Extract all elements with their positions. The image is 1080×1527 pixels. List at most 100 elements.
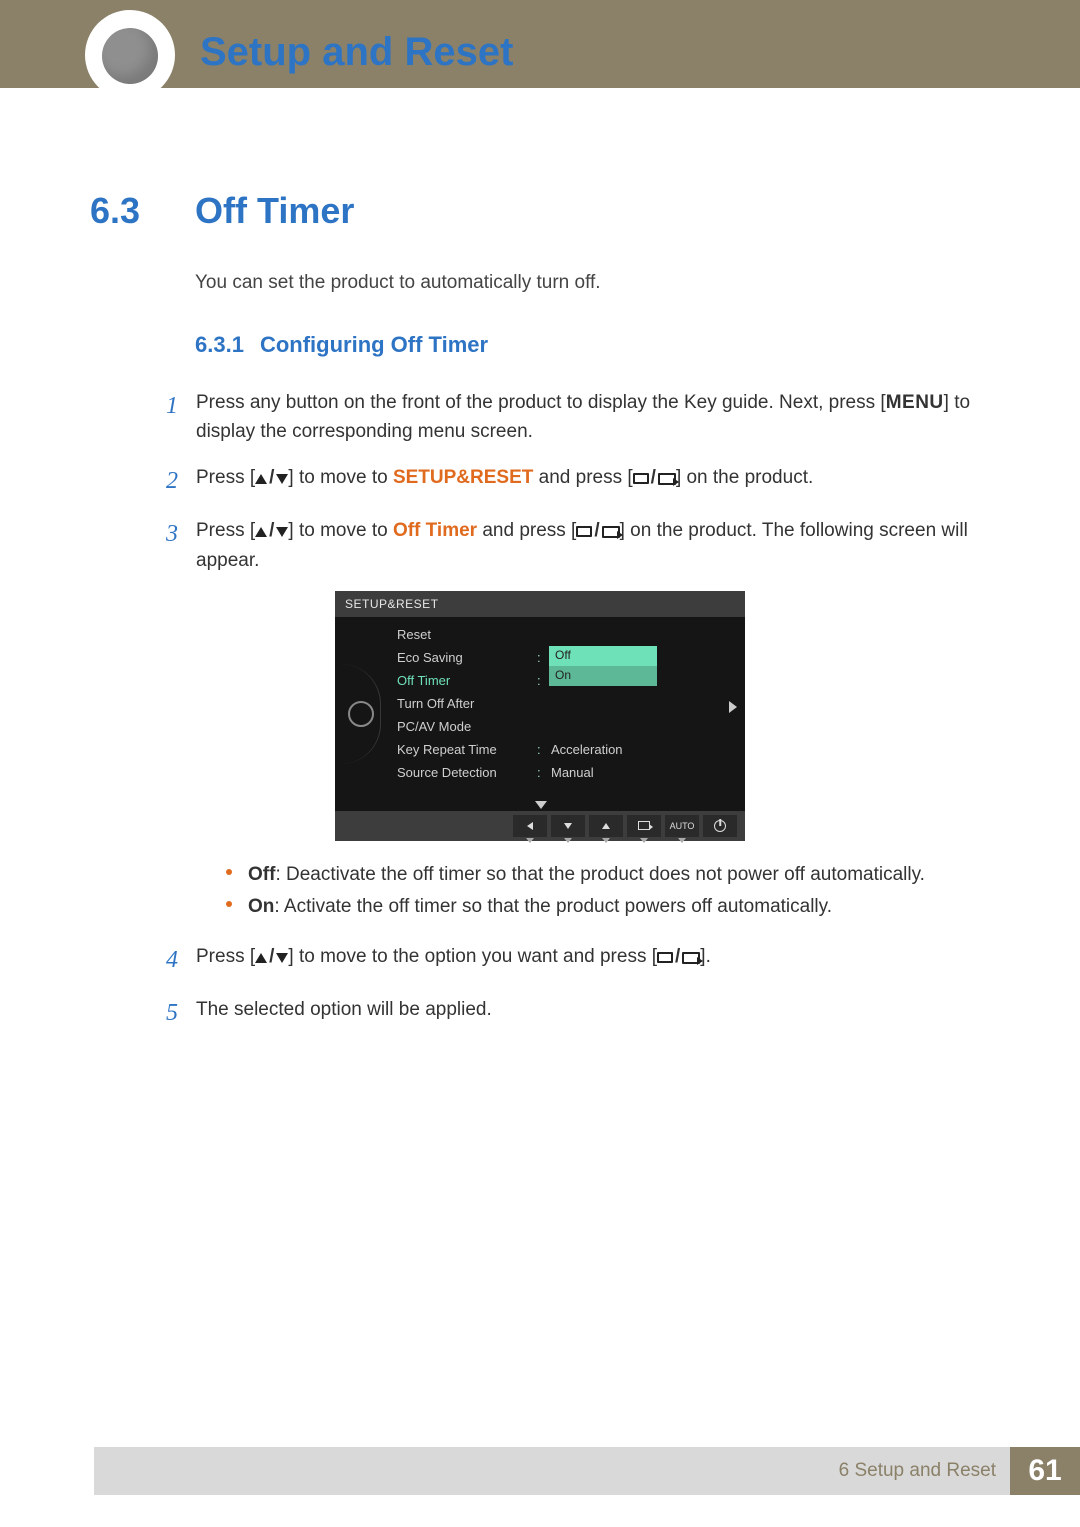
screen-icon: [576, 526, 592, 537]
down-arrow-icon: [564, 823, 572, 829]
down-arrow-icon: [276, 527, 288, 537]
up-arrow-icon: [255, 527, 267, 537]
text-fragment: Press [: [196, 520, 255, 541]
text-fragment: ] to move to the option you want and pre…: [288, 946, 657, 967]
keyword-setup-reset: SETUP&RESET: [393, 467, 533, 488]
osd-left-panel: [335, 617, 387, 811]
osd-auto-label: AUTO: [670, 821, 695, 831]
step-list-continued: 4 Press [ / ] to move to the option you wa…: [166, 942, 990, 1032]
bullet-off: Off: Deactivate the off timer so that th…: [226, 859, 990, 891]
osd-row-turn-off-after: Turn Off After: [397, 692, 707, 715]
slash: /: [267, 467, 276, 488]
step-3: 3 Press [/] to move to Off Timer and pre…: [166, 516, 990, 575]
osd-row-key-repeat: Key Repeat Time:Acceleration: [397, 738, 707, 761]
osd-label: Source Detection: [397, 765, 537, 780]
section-intro: You can set the product to automatically…: [195, 272, 990, 294]
section-number: 6.3: [90, 190, 195, 232]
bullet-on: On: Activate the off timer so that the p…: [226, 891, 990, 923]
osd-colon: :: [537, 742, 551, 757]
osd-option-on: On: [549, 666, 657, 686]
down-arrow-icon: [276, 953, 288, 963]
screen-icon: [633, 473, 649, 484]
footer-chapter-label: 6 Setup and Reset: [839, 1460, 996, 1482]
down-arrow-icon: [276, 474, 288, 484]
osd-back-button: [513, 815, 547, 837]
slash: /: [592, 520, 601, 541]
step-number: 4: [166, 942, 196, 979]
chapter-badge: [85, 10, 175, 100]
screen-icon: [657, 952, 673, 963]
osd-footer: AUTO: [335, 811, 745, 841]
osd-title: SETUP&RESET: [335, 591, 745, 617]
step-5: 5 The selected option will be applied.: [166, 995, 990, 1032]
bullet-text: : Deactivate the off timer so that the p…: [275, 864, 925, 885]
osd-row-source-detection: Source Detection:Manual: [397, 761, 707, 784]
subsection-title: Configuring Off Timer: [260, 332, 488, 358]
power-icon: [714, 820, 726, 832]
text-fragment: and press [: [533, 467, 632, 488]
step-2: 2 Press [ / ] to move to SETUP&RESET and p…: [166, 463, 990, 500]
up-arrow-icon: [255, 953, 267, 963]
osd-auto-button: AUTO: [665, 815, 699, 837]
osd-value: Acceleration: [551, 742, 707, 757]
slash: /: [649, 467, 658, 488]
enter-icon: [602, 526, 620, 538]
enter-icon: [638, 821, 650, 830]
osd-dropdown: Off On: [549, 646, 657, 686]
step-text: Press [ / ] to move to SETUP&RESET and pre…: [196, 463, 990, 492]
step-text: Press any button on the front of the pro…: [196, 388, 990, 447]
osd-enter-button: [627, 815, 661, 837]
text-fragment: Press [: [196, 946, 255, 967]
chevron-down-icon: [535, 801, 547, 809]
text-fragment: ] to move to: [288, 520, 393, 541]
osd-label: Key Repeat Time: [397, 742, 537, 757]
content-area: 6.3 Off Timer You can set the product to…: [90, 190, 990, 1048]
step-list: 1 Press any button on the front of the p…: [166, 388, 990, 575]
section-heading: 6.3 Off Timer: [90, 190, 990, 232]
step-text: Press [ / ] to move to Off Timer and press…: [196, 516, 990, 575]
osd-power-button: [703, 815, 737, 837]
osd-down-button: [551, 815, 585, 837]
osd-label: Reset: [397, 627, 537, 642]
osd-label: Turn Off After: [397, 696, 537, 711]
osd-label: Eco Saving: [397, 650, 537, 665]
chapter-title: Setup and Reset: [200, 30, 513, 75]
osd-row-pc-av-mode: PC/AV Mode: [397, 715, 707, 738]
text-fragment: and press [: [477, 520, 576, 541]
footer-bar: 6 Setup and Reset 61: [94, 1447, 1080, 1495]
step-text: The selected option will be applied.: [196, 995, 990, 1024]
step-number: 1: [166, 388, 196, 425]
step-text: Press [ / ] to move to the option you want…: [196, 942, 990, 971]
chevron-right-icon: [729, 701, 737, 713]
text-fragment: Press [: [196, 467, 255, 488]
page: Setup and Reset 6.3 Off Timer You can se…: [0, 0, 1080, 1527]
keyword-off-timer: Off Timer: [393, 520, 477, 541]
osd-arc-icon: [341, 664, 381, 764]
osd-row-reset: Reset: [397, 623, 707, 646]
up-arrow-icon: [602, 823, 610, 829]
osd-screenshot: SETUP&RESET Reset Eco Saving: Off Off Tim…: [335, 591, 745, 841]
bullet-keyword: Off: [248, 864, 275, 885]
step-number: 5: [166, 995, 196, 1032]
up-arrow-icon: [255, 474, 267, 484]
back-icon: [527, 822, 533, 830]
text-fragment: ] on the product.: [676, 467, 813, 488]
step-1: 1 Press any button on the front of the p…: [166, 388, 990, 447]
osd-colon: :: [537, 765, 551, 780]
bullet-keyword: On: [248, 896, 274, 917]
subsection-number: 6.3.1: [195, 332, 244, 358]
menu-key-label: MENU: [886, 392, 944, 413]
option-descriptions: Off: Deactivate the off timer so that th…: [226, 859, 990, 924]
section-title: Off Timer: [195, 190, 354, 232]
slash: /: [267, 946, 276, 967]
subsection-heading: 6.3.1 Configuring Off Timer: [195, 332, 990, 358]
osd-option-off: Off: [549, 646, 657, 666]
osd-up-button: [589, 815, 623, 837]
osd-label: Off Timer: [397, 673, 537, 688]
enter-icon: [682, 952, 700, 964]
footer-page-number: 61: [1010, 1447, 1080, 1495]
step-number: 2: [166, 463, 196, 500]
text-fragment: ] to move to: [288, 467, 393, 488]
slash: /: [673, 946, 682, 967]
bullet-text: : Activate the off timer so that the pro…: [274, 896, 832, 917]
